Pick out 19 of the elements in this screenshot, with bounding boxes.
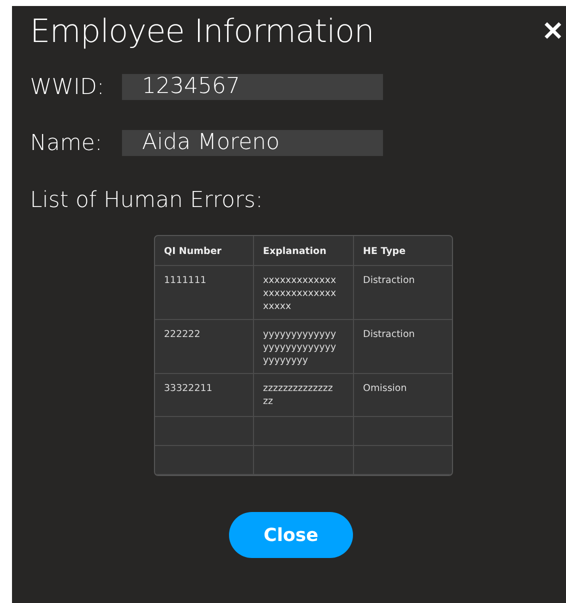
- input-field[interactable]: 1234567: [122, 74, 383, 100]
- table-cell: Distraction: [354, 266, 452, 320]
- column-header: Explanation: [254, 236, 354, 266]
- table-cell: Distraction: [354, 320, 452, 374]
- table-cell: xxxxxxxxxxxxxxxxxxxxxxxxxxxxxxx: [254, 266, 354, 320]
- table-cell: zzzzzzzzzzzzzzzz: [254, 374, 354, 417]
- table-cell: yyyyyyyyyyyyyyyyyyyyyyyyyyyyyyyyyy: [254, 320, 354, 374]
- table-cell: 1111111: [155, 266, 254, 320]
- field-label: WWID:: [30, 74, 106, 100]
- input-field[interactable]: Aida Moreno: [122, 130, 383, 156]
- table-cell: Omission: [354, 374, 452, 417]
- close-button[interactable]: ✕: [542, 18, 564, 44]
- field-label: Name:: [30, 130, 104, 156]
- column-header: QI Number: [155, 236, 254, 266]
- column-header: HE Type: [354, 236, 452, 266]
- dialog-title: Employee Information: [30, 12, 374, 50]
- section-title: List of Human Errors:: [30, 188, 264, 213]
- table-cell: 222222: [155, 320, 254, 374]
- table-cell: 33322211: [155, 374, 254, 417]
